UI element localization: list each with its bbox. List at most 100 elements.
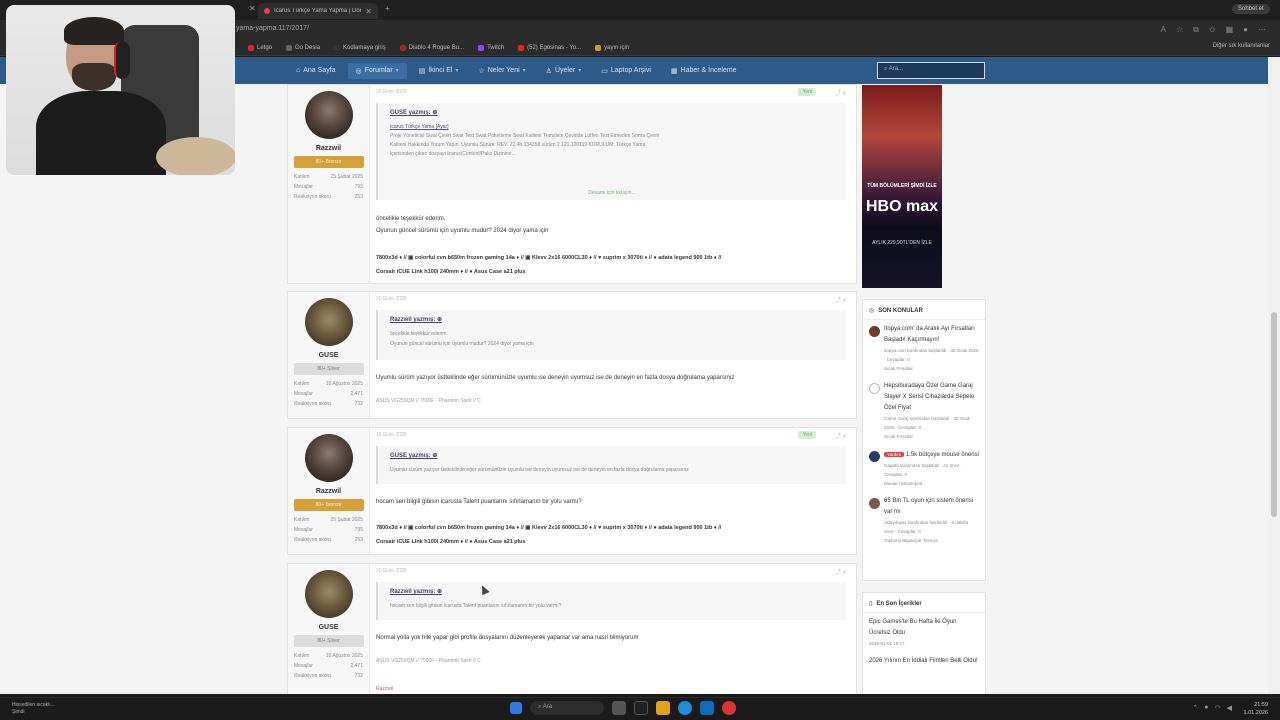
tab-close-icon[interactable]: ✕ — [365, 7, 372, 16]
username[interactable]: Razzwil — [288, 488, 369, 495]
clock[interactable]: 21:59 1.01.2026 — [1244, 701, 1268, 717]
post-date[interactable]: 20 Ekim 2025 — [376, 296, 407, 302]
quote-line: Oyunun güncel sürümü için uyumlu mudur? … — [390, 341, 534, 347]
avatar-icon — [869, 383, 880, 394]
scrollbar-thumb[interactable] — [1271, 312, 1277, 517]
more-icon[interactable]: ⋯ — [1258, 25, 1266, 35]
stat-label: Mesajlar — [294, 391, 313, 397]
twitch-icon — [478, 44, 485, 51]
extensions-icon[interactable]: ⧉ — [1193, 25, 1199, 35]
page-scrollbar[interactable] — [1268, 57, 1280, 694]
thread-item[interactable]: 65 Bin TL oyun için sistem önerisi var m… — [863, 492, 985, 549]
stat-label: Katılım — [294, 653, 310, 659]
quote-line[interactable]: Icarus Türkçe Yama [Ayar] — [390, 122, 834, 132]
windows-start-icon[interactable] — [510, 702, 522, 714]
post-date[interactable]: 20 Ekim 2025 — [376, 89, 407, 95]
content-item[interactable]: Epic Games'te Bu Hafta İki Oyun Ücretsiz… — [863, 613, 985, 652]
next-post-user[interactable]: Razzwil — [376, 686, 393, 692]
terminal-icon[interactable] — [634, 701, 648, 715]
thread-item[interactable]: Yardım 1.5k bütçeye mouse önerisi Gagafa … — [863, 445, 985, 492]
quote-expand-link[interactable]: Devamı için tıklayın... — [378, 190, 846, 196]
bookmark-twitch[interactable]: Twitch — [478, 44, 504, 51]
username[interactable]: GUSE — [288, 352, 369, 359]
read-aloud-icon[interactable]: A — [1161, 25, 1166, 35]
quote-author[interactable]: GUSE yazmış: ⊕ — [390, 452, 834, 459]
nav-second-hand[interactable]: ▤ İkinci El ▾ — [411, 63, 467, 79]
content-title[interactable]: 2026 Yılının En İddialı Filmleri Belli O… — [869, 656, 979, 667]
avatar[interactable] — [304, 91, 353, 139]
search-placeholder: Ara... — [888, 66, 904, 72]
avatar[interactable] — [304, 434, 353, 482]
avatar[interactable] — [304, 298, 353, 346]
nav-whats-new[interactable]: ☆ Neler Yeni ▾ — [470, 63, 533, 79]
collections-icon[interactable]: ▦ — [1226, 25, 1234, 35]
thread-title[interactable]: 1.5k bütçeye mouse önerisi — [906, 452, 979, 458]
nav-label: Neler Yeni — [487, 67, 520, 74]
mic-icon[interactable]: ● — [1204, 704, 1208, 712]
thread-item[interactable]: Itopya.com' da Aralık Ayı Fırsatları Baş… — [863, 320, 985, 377]
speaker-icon[interactable]: ◀ — [1227, 704, 1232, 712]
file-explorer-icon[interactable] — [656, 701, 670, 715]
thread-forum[interactable]: Sıcak Fırsatlar — [884, 432, 979, 441]
thread-meta: oktaydayaz tarafından başlatıldı · 6 dak… — [884, 520, 969, 534]
chevron-up-icon[interactable]: ⌃ — [1192, 704, 1198, 712]
content-item[interactable]: 2026 Yılının En İddialı Filmleri Belli O… — [863, 652, 985, 671]
username[interactable]: Razzwil — [288, 145, 369, 152]
nav-home[interactable]: ⌂ Ana Sayfa — [288, 63, 344, 78]
thread-title[interactable]: 65 Bin TL oyun için sistem önerisi var m… — [884, 496, 979, 518]
signature-line: Corsair iCUE Link h100i 240mm ♦ // ● Asu… — [376, 539, 526, 545]
wifi-icon[interactable]: ◠ — [1215, 704, 1221, 712]
thread-forum[interactable]: Sıcak Fırsatlar — [884, 364, 979, 373]
thread-title[interactable]: Itopya.com' da Aralık Ayı Fırsatları Baş… — [884, 324, 979, 346]
quote-author[interactable]: Razzwil yazmış: ⊕ — [390, 588, 834, 595]
nav-news[interactable]: ▦ Haber & İnceleme — [663, 63, 745, 79]
signature: ASUS VG259QM // 7500F - Phantom Spirit /… — [376, 658, 481, 664]
search-input[interactable]: ⌕ Ara... — [877, 62, 985, 79]
favorites-icon[interactable]: ✩ — [1209, 25, 1216, 35]
bookmark-youtube[interactable]: (52) Egosinas - Yo... — [518, 44, 581, 51]
bookmark-diablo[interactable]: Diablo 4 Rogue Bu... — [399, 44, 464, 51]
thread-forum[interactable]: Mouse / Mousepad — [884, 479, 979, 488]
avatar[interactable] — [304, 570, 353, 618]
bookmark-letgo[interactable]: Letgo — [248, 44, 272, 51]
hbo-ad-banner[interactable]: TÜM BÖLÜMLERİ ŞİMDİ İZLE HBO max AYLIK 2… — [862, 85, 942, 288]
content-title[interactable]: Epic Games'te Bu Hafta İki Oyun Ücretsiz… — [869, 617, 979, 639]
avatar-icon — [869, 498, 880, 509]
taskbar-search[interactable]: ⌕ Ara — [530, 701, 604, 715]
thread-title[interactable]: Hepsiburadaya Özel Game Garaj Slayer X S… — [884, 381, 979, 414]
nav-label: Forumlar — [364, 67, 393, 74]
username[interactable]: GUSE — [288, 624, 369, 631]
signature-line: Corsair iCUE Link h100i 240mm ♦ // ● Asu… — [376, 269, 526, 275]
thread-item[interactable]: Hepsiburadaya Özel Game Garaj Slayer X S… — [863, 377, 985, 445]
post-date[interactable]: 20 Ekim 2025 — [376, 568, 407, 574]
star-icon[interactable]: ☆ — [1176, 25, 1183, 35]
profile-avatar-icon[interactable]: ● — [1243, 25, 1248, 35]
url-text[interactable]: yama-yapma.117/2017/ — [236, 25, 309, 32]
share-icon[interactable]: ⤴ # — [835, 567, 846, 576]
weather-widget[interactable]: Hissedilen sıcaklı... Şimdi — [12, 702, 55, 716]
quote-author[interactable]: GUSE yazmış: ⊕ — [390, 109, 834, 116]
bookmark-kodlama[interactable]: Kodlamaya giriş — [334, 44, 386, 51]
close-icon[interactable]: ✕ — [249, 4, 256, 13]
other-bookmarks[interactable]: Diğer sık kullanılanlar — [1213, 43, 1270, 49]
nav-laptop-archive[interactable]: ▭ Laptop Arşivi — [593, 63, 659, 79]
bookmark-go-desia[interactable]: Go Desia — [286, 44, 320, 51]
edge-icon[interactable] — [678, 701, 692, 715]
nav-members[interactable]: ♙ Üyeler ▾ — [538, 63, 590, 79]
nav-forums[interactable]: ◎ Forumlar ▾ — [347, 62, 407, 79]
share-icon[interactable]: ⤴ # — [835, 295, 846, 304]
thread-forum[interactable]: Toplama Bilgisayar Tavsiye — [884, 536, 979, 545]
task-view-icon[interactable] — [612, 701, 626, 715]
new-tab-icon[interactable]: + — [385, 4, 390, 13]
forum-post: Razzwil 80+ Bronze Katılım 25 Şubat 2025 … — [287, 427, 857, 555]
share-icon[interactable]: ⤴ # — [835, 431, 846, 440]
bookmark-yayin[interactable]: yayın için — [595, 44, 629, 51]
stat-value: 732 — [354, 673, 363, 679]
post-date[interactable]: 16 Ekim 2025 — [376, 432, 407, 438]
share-icon[interactable]: ⤴ # — [835, 88, 846, 97]
quote-author[interactable]: Razzwil yazmış: ⊕ — [390, 316, 834, 323]
copilot-button[interactable]: Sohbet et — [1232, 4, 1270, 14]
store-icon[interactable] — [700, 701, 714, 715]
browser-tab[interactable]: Icarus Türkçe Yama Yapma | Donan... ✕ — [258, 3, 378, 19]
chrome-icon[interactable] — [722, 701, 736, 715]
